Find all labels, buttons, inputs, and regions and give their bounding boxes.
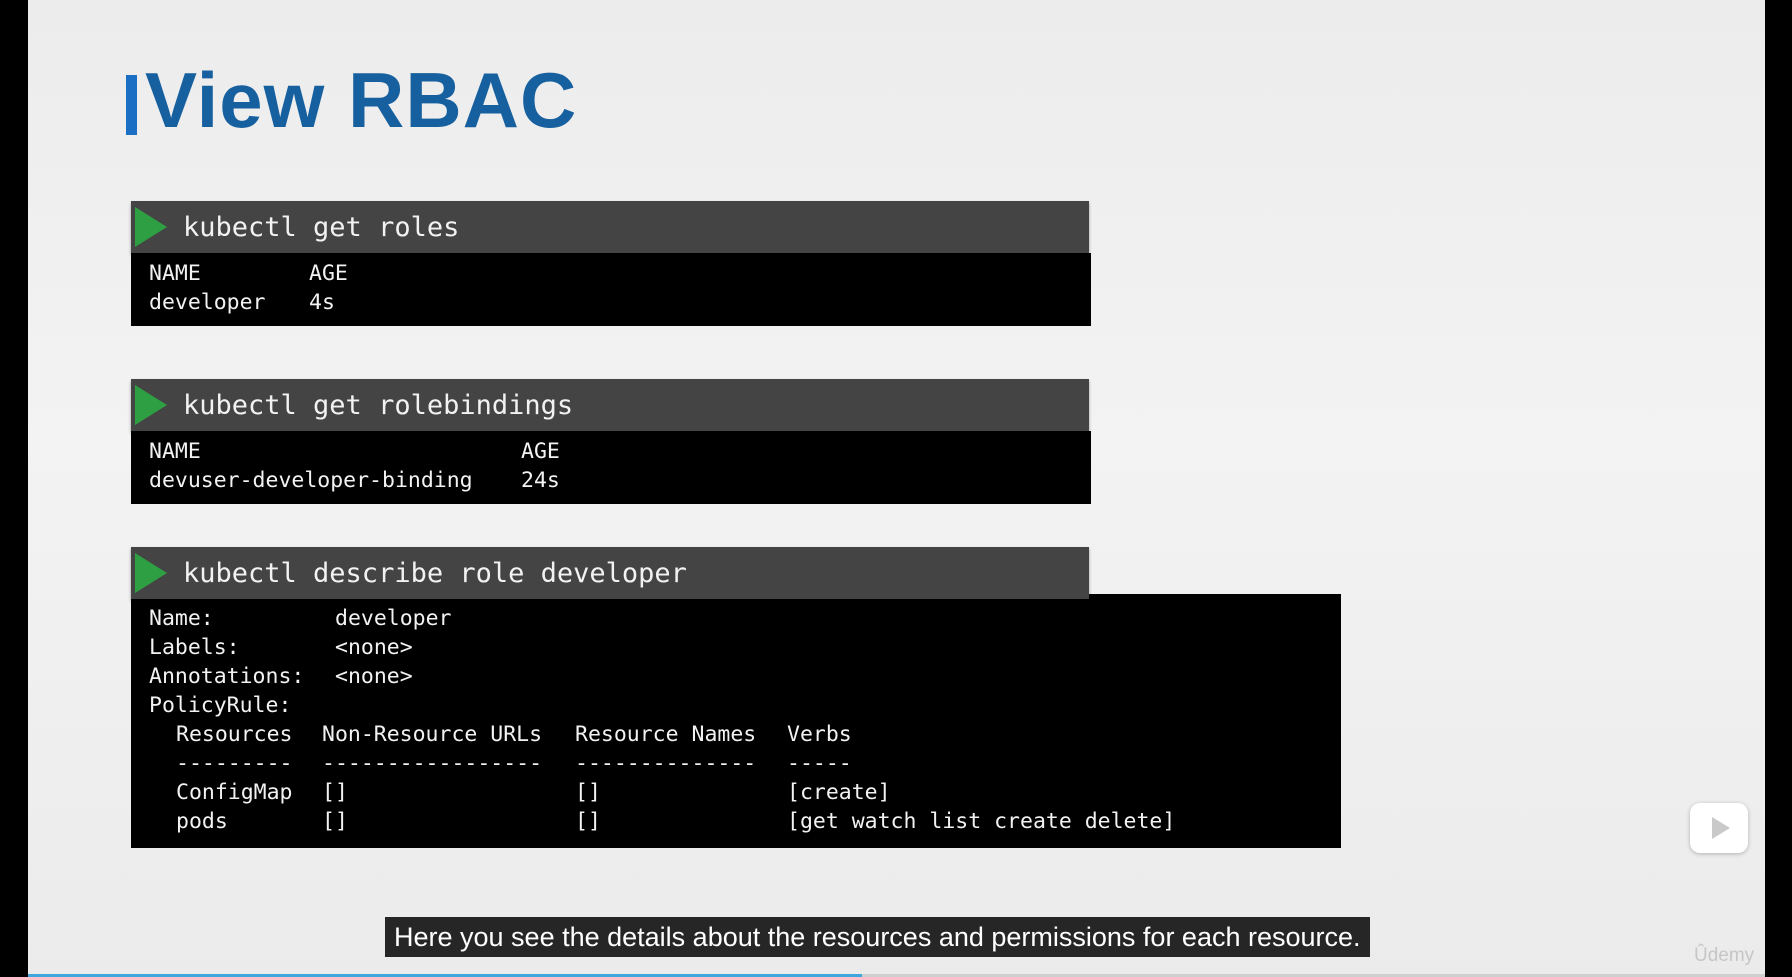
cell: [get watch list create delete]	[787, 809, 1176, 834]
separator: --------------	[575, 751, 757, 776]
cell: AGE	[309, 261, 348, 286]
output-row: PolicyRule:	[149, 691, 1341, 720]
separator: ---------	[176, 751, 293, 776]
prompt-play-icon	[135, 553, 167, 593]
udemy-watermark: Ûdemy	[1694, 945, 1755, 966]
cell: []	[322, 780, 348, 805]
separator: -----	[787, 751, 852, 776]
cell: AGE	[521, 439, 560, 464]
field-value: <none>	[335, 635, 413, 660]
prompt-play-icon	[135, 207, 167, 247]
table-row: ConfigMap [] [] [create]	[149, 778, 1341, 807]
prompt-play-icon	[135, 385, 167, 425]
policy-table-header: Resources Non-Resource URLs Resource Names…	[149, 720, 1341, 749]
right-letterbox	[1765, 0, 1792, 977]
column-header: Non-Resource URLs	[322, 722, 543, 747]
cell: 24s	[521, 468, 560, 493]
table-row: pods [] [] [get watch list create delete]	[149, 807, 1341, 836]
output-row: Annotations: <none>	[149, 662, 1341, 691]
side-play-button[interactable]	[1690, 803, 1748, 853]
output-row: developer 4s	[149, 288, 1091, 317]
column-header: Verbs	[787, 722, 852, 747]
command-header-get-roles: kubectl get roles	[131, 201, 1089, 253]
cell: pods	[176, 809, 228, 834]
cell: developer	[149, 290, 266, 315]
subtitle-caption: Here you see the details about the resou…	[385, 917, 1370, 957]
page-title: View RBAC	[145, 55, 578, 144]
command-output-get-rolebindings: NAME AGE devuser-developer-binding 24s	[131, 431, 1091, 504]
field-label: Annotations:	[149, 664, 305, 689]
command-output-get-roles: NAME AGE developer 4s	[131, 253, 1091, 326]
field-label: PolicyRule:	[149, 693, 292, 718]
cell: []	[575, 780, 601, 805]
separator: -----------------	[322, 751, 543, 776]
cell: 4s	[309, 290, 335, 315]
play-icon	[1712, 817, 1730, 839]
command-text: kubectl describe role developer	[183, 557, 687, 589]
cell: []	[575, 809, 601, 834]
output-row: Labels: <none>	[149, 633, 1341, 662]
cell: NAME	[149, 261, 201, 286]
policy-table-separator: --------- ----------------- --------------…	[149, 749, 1341, 778]
command-header-describe-role: kubectl describe role developer	[131, 547, 1089, 599]
command-text: kubectl get rolebindings	[183, 389, 574, 421]
cell: [create]	[787, 780, 891, 805]
field-value: developer	[335, 606, 452, 631]
cell: devuser-developer-binding	[149, 468, 473, 493]
title-block: View RBAC	[126, 56, 577, 144]
cell: ConfigMap	[176, 780, 293, 805]
column-header: Resource Names	[575, 722, 757, 747]
title-accent-bar	[126, 75, 137, 135]
field-value: <none>	[335, 664, 413, 689]
field-label: Labels:	[149, 635, 240, 660]
column-header: Resources	[176, 722, 293, 747]
command-header-get-rolebindings: kubectl get rolebindings	[131, 379, 1089, 431]
cell: []	[322, 809, 348, 834]
output-row: Name: developer	[149, 604, 1341, 633]
command-output-describe-role: Name: developer Labels: <none> Annotations…	[131, 594, 1341, 848]
output-row: devuser-developer-binding 24s	[149, 466, 1091, 495]
command-text: kubectl get roles	[183, 211, 460, 243]
cell: NAME	[149, 439, 201, 464]
output-row: NAME AGE	[149, 259, 1091, 288]
field-label: Name:	[149, 606, 214, 631]
output-row: NAME AGE	[149, 437, 1091, 466]
